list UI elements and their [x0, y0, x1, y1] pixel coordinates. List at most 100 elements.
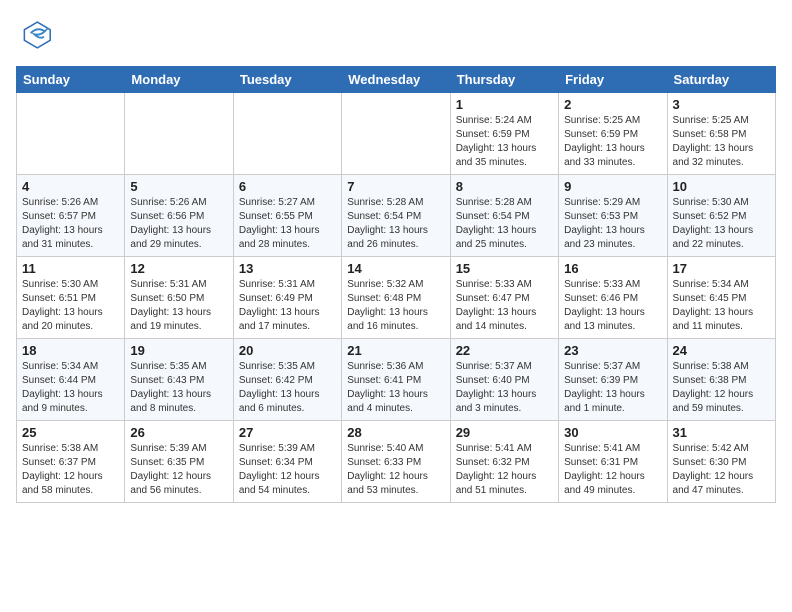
day-number: 14: [347, 261, 444, 276]
day-number: 10: [673, 179, 770, 194]
page-header: [16, 16, 776, 54]
calendar-cell: 20 Sunrise: 5:35 AM Sunset: 6:42 PM Dayli…: [233, 339, 341, 421]
day-info: Sunrise: 5:38 AM Sunset: 6:37 PM Dayligh…: [22, 442, 119, 498]
day-number: 29: [456, 425, 553, 440]
day-info: Sunrise: 5:33 AM Sunset: 6:46 PM Dayligh…: [564, 278, 661, 334]
calendar-table: SundayMondayTuesdayWednesdayThursdayFrid…: [16, 66, 776, 503]
calendar-cell: 11 Sunrise: 5:30 AM Sunset: 6:51 PM Dayli…: [17, 257, 125, 339]
day-number: 19: [130, 343, 227, 358]
calendar-cell: 5 Sunrise: 5:26 AM Sunset: 6:56 PM Daylig…: [125, 175, 233, 257]
day-info: Sunrise: 5:31 AM Sunset: 6:49 PM Dayligh…: [239, 278, 336, 334]
calendar-cell: 30Sunrise: 5:41 AM Sunset: 6:31 PM Dayli…: [559, 421, 667, 503]
calendar-week-1: 1 Sunrise: 5:24 AM Sunset: 6:59 PM Daylig…: [17, 93, 776, 175]
day-number: 2: [564, 97, 661, 112]
day-number: 4: [22, 179, 119, 194]
day-number: 23: [564, 343, 661, 358]
calendar-cell: 8 Sunrise: 5:28 AM Sunset: 6:54 PM Daylig…: [450, 175, 558, 257]
calendar-header-row: SundayMondayTuesdayWednesdayThursdayFrid…: [17, 67, 776, 93]
day-number: 6: [239, 179, 336, 194]
calendar-cell: 3 Sunrise: 5:25 AM Sunset: 6:58 PM Daylig…: [667, 93, 775, 175]
day-number: 13: [239, 261, 336, 276]
calendar-cell: 28 Sunrise: 5:40 AM Sunset: 6:33 PM Dayli…: [342, 421, 450, 503]
day-info: Sunrise: 5:25 AM Sunset: 6:58 PM Dayligh…: [673, 114, 770, 170]
day-number: 1: [456, 97, 553, 112]
day-header-sunday: Sunday: [17, 67, 125, 93]
calendar-cell: 13 Sunrise: 5:31 AM Sunset: 6:49 PM Dayli…: [233, 257, 341, 339]
day-number: 16: [564, 261, 661, 276]
day-info: Sunrise: 5:29 AM Sunset: 6:53 PM Dayligh…: [564, 196, 661, 252]
calendar-cell: 1 Sunrise: 5:24 AM Sunset: 6:59 PM Daylig…: [450, 93, 558, 175]
calendar-cell: 17Sunrise: 5:34 AM Sunset: 6:45 PM Dayli…: [667, 257, 775, 339]
day-header-monday: Monday: [125, 67, 233, 93]
day-header-wednesday: Wednesday: [342, 67, 450, 93]
calendar-cell: 19 Sunrise: 5:35 AM Sunset: 6:43 PM Dayli…: [125, 339, 233, 421]
calendar-cell: [233, 93, 341, 175]
calendar-cell: 18Sunrise: 5:34 AM Sunset: 6:44 PM Dayli…: [17, 339, 125, 421]
day-number: 3: [673, 97, 770, 112]
calendar-cell: 4 Sunrise: 5:26 AM Sunset: 6:57 PM Daylig…: [17, 175, 125, 257]
day-number: 15: [456, 261, 553, 276]
calendar-week-3: 11 Sunrise: 5:30 AM Sunset: 6:51 PM Dayli…: [17, 257, 776, 339]
calendar-cell: 7 Sunrise: 5:28 AM Sunset: 6:54 PM Daylig…: [342, 175, 450, 257]
day-number: 26: [130, 425, 227, 440]
calendar-cell: 31 Sunrise: 5:42 AM Sunset: 6:30 PM Dayli…: [667, 421, 775, 503]
day-header-saturday: Saturday: [667, 67, 775, 93]
calendar-week-5: 25 Sunrise: 5:38 AM Sunset: 6:37 PM Dayli…: [17, 421, 776, 503]
day-number: 24: [673, 343, 770, 358]
day-info: Sunrise: 5:24 AM Sunset: 6:59 PM Dayligh…: [456, 114, 553, 170]
day-number: 9: [564, 179, 661, 194]
calendar-cell: 16 Sunrise: 5:33 AM Sunset: 6:46 PM Dayli…: [559, 257, 667, 339]
day-info: Sunrise: 5:39 AM Sunset: 6:34 PM Dayligh…: [239, 442, 336, 498]
day-number: 5: [130, 179, 227, 194]
calendar-week-2: 4 Sunrise: 5:26 AM Sunset: 6:57 PM Daylig…: [17, 175, 776, 257]
day-number: 22: [456, 343, 553, 358]
day-number: 20: [239, 343, 336, 358]
day-info: Sunrise: 5:30 AM Sunset: 6:52 PM Dayligh…: [673, 196, 770, 252]
calendar-cell: 15 Sunrise: 5:33 AM Sunset: 6:47 PM Dayli…: [450, 257, 558, 339]
calendar-cell: 27 Sunrise: 5:39 AM Sunset: 6:34 PM Dayli…: [233, 421, 341, 503]
day-number: 31: [673, 425, 770, 440]
day-info: Sunrise: 5:42 AM Sunset: 6:30 PM Dayligh…: [673, 442, 770, 498]
calendar-cell: [342, 93, 450, 175]
day-info: Sunrise: 5:37 AM Sunset: 6:40 PM Dayligh…: [456, 360, 553, 416]
day-number: 21: [347, 343, 444, 358]
day-info: Sunrise: 5:25 AM Sunset: 6:59 PM Dayligh…: [564, 114, 661, 170]
day-info: Sunrise: 5:30 AM Sunset: 6:51 PM Dayligh…: [22, 278, 119, 334]
day-info: Sunrise: 5:38 AM Sunset: 6:38 PM Dayligh…: [673, 360, 770, 416]
day-info: Sunrise: 5:36 AM Sunset: 6:41 PM Dayligh…: [347, 360, 444, 416]
calendar-cell: 10 Sunrise: 5:30 AM Sunset: 6:52 PM Dayli…: [667, 175, 775, 257]
day-info: Sunrise: 5:33 AM Sunset: 6:47 PM Dayligh…: [456, 278, 553, 334]
day-header-tuesday: Tuesday: [233, 67, 341, 93]
day-number: 7: [347, 179, 444, 194]
day-info: Sunrise: 5:32 AM Sunset: 6:48 PM Dayligh…: [347, 278, 444, 334]
day-info: Sunrise: 5:41 AM Sunset: 6:32 PM Dayligh…: [456, 442, 553, 498]
day-info: Sunrise: 5:39 AM Sunset: 6:35 PM Dayligh…: [130, 442, 227, 498]
day-info: Sunrise: 5:40 AM Sunset: 6:33 PM Dayligh…: [347, 442, 444, 498]
calendar-cell: 24 Sunrise: 5:38 AM Sunset: 6:38 PM Dayli…: [667, 339, 775, 421]
day-info: Sunrise: 5:28 AM Sunset: 6:54 PM Dayligh…: [347, 196, 444, 252]
day-info: Sunrise: 5:26 AM Sunset: 6:57 PM Dayligh…: [22, 196, 119, 252]
day-number: 28: [347, 425, 444, 440]
day-info: Sunrise: 5:35 AM Sunset: 6:42 PM Dayligh…: [239, 360, 336, 416]
calendar-cell: 26 Sunrise: 5:39 AM Sunset: 6:35 PM Dayli…: [125, 421, 233, 503]
day-number: 8: [456, 179, 553, 194]
day-info: Sunrise: 5:26 AM Sunset: 6:56 PM Dayligh…: [130, 196, 227, 252]
calendar-cell: 12Sunrise: 5:31 AM Sunset: 6:50 PM Dayli…: [125, 257, 233, 339]
calendar-cell: 29 Sunrise: 5:41 AM Sunset: 6:32 PM Dayli…: [450, 421, 558, 503]
day-header-friday: Friday: [559, 67, 667, 93]
day-info: Sunrise: 5:27 AM Sunset: 6:55 PM Dayligh…: [239, 196, 336, 252]
day-info: Sunrise: 5:28 AM Sunset: 6:54 PM Dayligh…: [456, 196, 553, 252]
calendar-cell: 2 Sunrise: 5:25 AM Sunset: 6:59 PM Daylig…: [559, 93, 667, 175]
day-info: Sunrise: 5:35 AM Sunset: 6:43 PM Dayligh…: [130, 360, 227, 416]
day-number: 11: [22, 261, 119, 276]
logo-icon: [16, 16, 54, 54]
day-info: Sunrise: 5:37 AM Sunset: 6:39 PM Dayligh…: [564, 360, 661, 416]
day-number: 25: [22, 425, 119, 440]
day-info: Sunrise: 5:34 AM Sunset: 6:44 PM Dayligh…: [22, 360, 119, 416]
day-number: 27: [239, 425, 336, 440]
calendar-cell: 21 Sunrise: 5:36 AM Sunset: 6:41 PM Dayli…: [342, 339, 450, 421]
calendar-cell: [125, 93, 233, 175]
day-number: 12: [130, 261, 227, 276]
logo: [16, 16, 58, 54]
day-info: Sunrise: 5:34 AM Sunset: 6:45 PM Dayligh…: [673, 278, 770, 334]
